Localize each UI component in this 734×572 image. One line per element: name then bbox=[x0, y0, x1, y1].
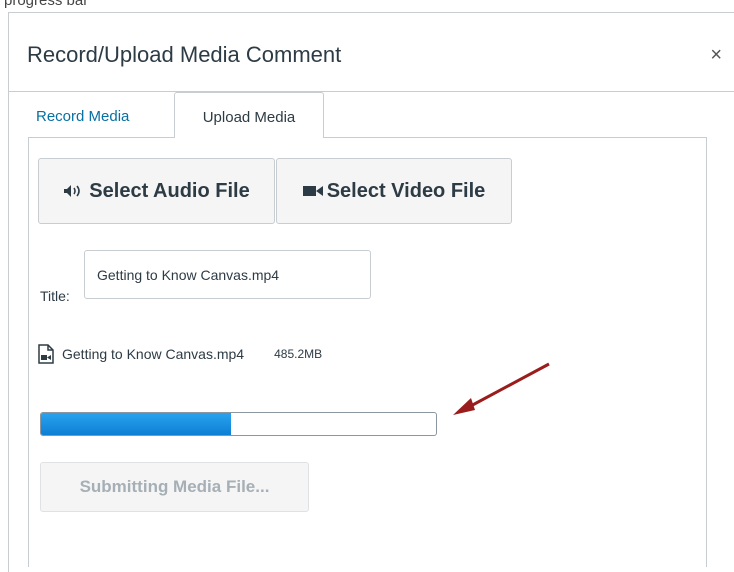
upload-progress-fill bbox=[41, 413, 231, 435]
upload-progress-bar bbox=[40, 412, 437, 436]
tabs-divider bbox=[28, 137, 706, 138]
page-text-fragment: progress bar bbox=[4, 0, 89, 9]
file-name: Getting to Know Canvas.mp4 bbox=[62, 346, 245, 362]
title-label: Title: bbox=[40, 288, 70, 304]
title-input[interactable] bbox=[84, 250, 371, 299]
audio-button-label: Select Audio File bbox=[89, 179, 250, 202]
video-button-label: Select Video File bbox=[326, 179, 486, 202]
selected-file-row: Getting to Know Canvas.mp4 485.2MB bbox=[38, 343, 322, 365]
dialog-title: Record/Upload Media Comment bbox=[27, 42, 342, 67]
select-video-file-button[interactable]: Select Video File bbox=[276, 158, 512, 224]
select-audio-file-button[interactable]: Select Audio File bbox=[38, 158, 275, 224]
file-size: 485.2MB bbox=[274, 347, 323, 361]
tab-upload-media[interactable]: Upload Media bbox=[174, 92, 324, 138]
submitting-media-file-button: Submitting Media File... bbox=[40, 462, 309, 512]
annotation-arrow-icon bbox=[453, 362, 550, 415]
video-file-icon bbox=[38, 344, 54, 364]
speaker-icon bbox=[64, 185, 81, 197]
dialog-header: Record/Upload Media Comment × bbox=[9, 13, 734, 92]
close-icon[interactable]: × bbox=[710, 45, 722, 65]
video-camera-icon bbox=[302, 186, 323, 196]
tab-record-media[interactable]: Record Media bbox=[36, 108, 129, 125]
